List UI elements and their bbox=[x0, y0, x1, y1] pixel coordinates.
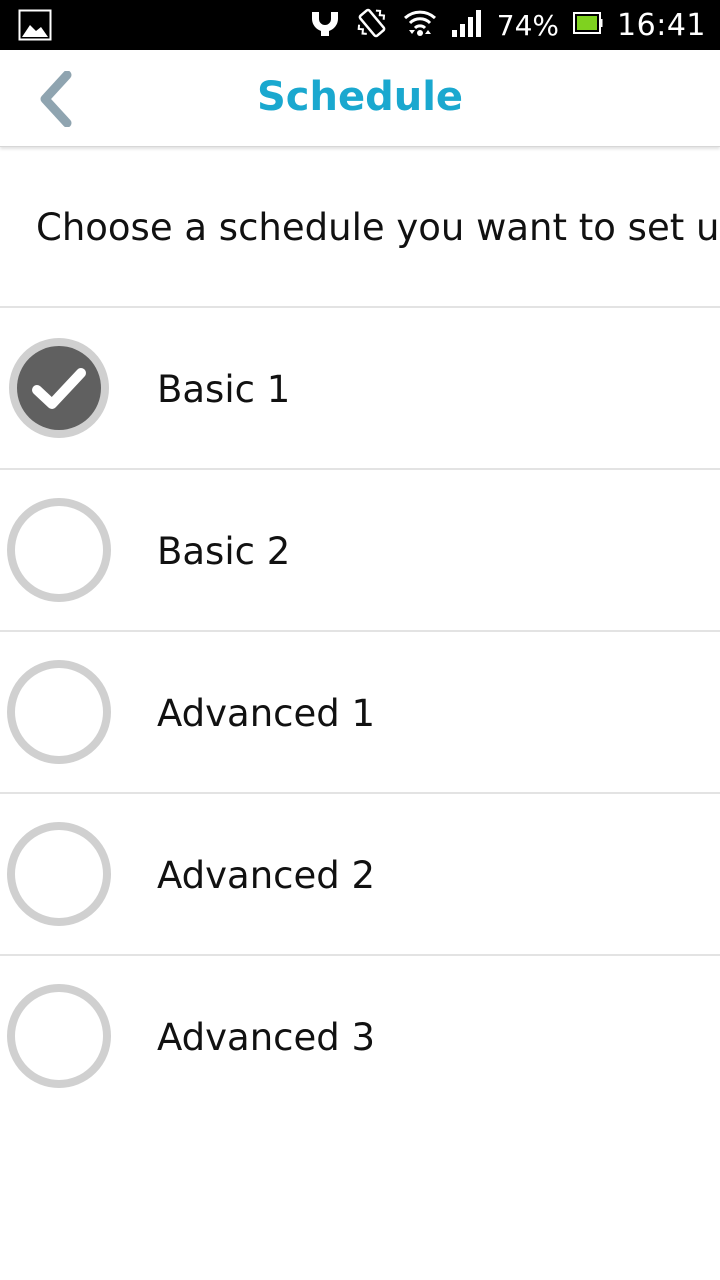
schedule-options-list: Basic 1 Basic 2 Advanced 1 Advanced 2 Ad… bbox=[0, 306, 720, 1116]
status-bar: 74% 16:41 bbox=[0, 0, 720, 50]
option-label: Advanced 2 bbox=[157, 854, 376, 897]
page-title: Schedule bbox=[256, 74, 464, 120]
option-advanced-1[interactable]: Advanced 1 bbox=[0, 630, 720, 792]
radio-unchecked-icon[interactable] bbox=[4, 495, 114, 605]
gallery-notification-icon bbox=[18, 9, 52, 45]
instruction-text: Choose a schedule you want to set up bbox=[36, 206, 720, 249]
radio-checked-icon[interactable] bbox=[4, 333, 114, 443]
option-label: Basic 2 bbox=[157, 530, 291, 573]
battery-icon bbox=[573, 11, 603, 39]
vibrate-icon bbox=[355, 6, 389, 44]
option-basic-2[interactable]: Basic 2 bbox=[0, 468, 720, 630]
option-label: Advanced 1 bbox=[157, 692, 376, 735]
option-label: Advanced 3 bbox=[157, 1016, 376, 1059]
option-advanced-2[interactable]: Advanced 2 bbox=[0, 792, 720, 954]
option-label: Basic 1 bbox=[157, 368, 291, 411]
radio-unchecked-icon[interactable] bbox=[4, 819, 114, 929]
clock: 16:41 bbox=[617, 7, 706, 43]
radio-unchecked-icon[interactable] bbox=[4, 981, 114, 1091]
app-bar: Schedule bbox=[0, 50, 720, 147]
wifi-icon bbox=[403, 8, 437, 42]
usb-icon bbox=[309, 8, 341, 42]
battery-percent: 74% bbox=[496, 8, 560, 42]
option-basic-1[interactable]: Basic 1 bbox=[0, 306, 720, 468]
radio-unchecked-icon[interactable] bbox=[4, 657, 114, 767]
signal-icon bbox=[451, 8, 483, 42]
option-advanced-3[interactable]: Advanced 3 bbox=[0, 954, 720, 1116]
